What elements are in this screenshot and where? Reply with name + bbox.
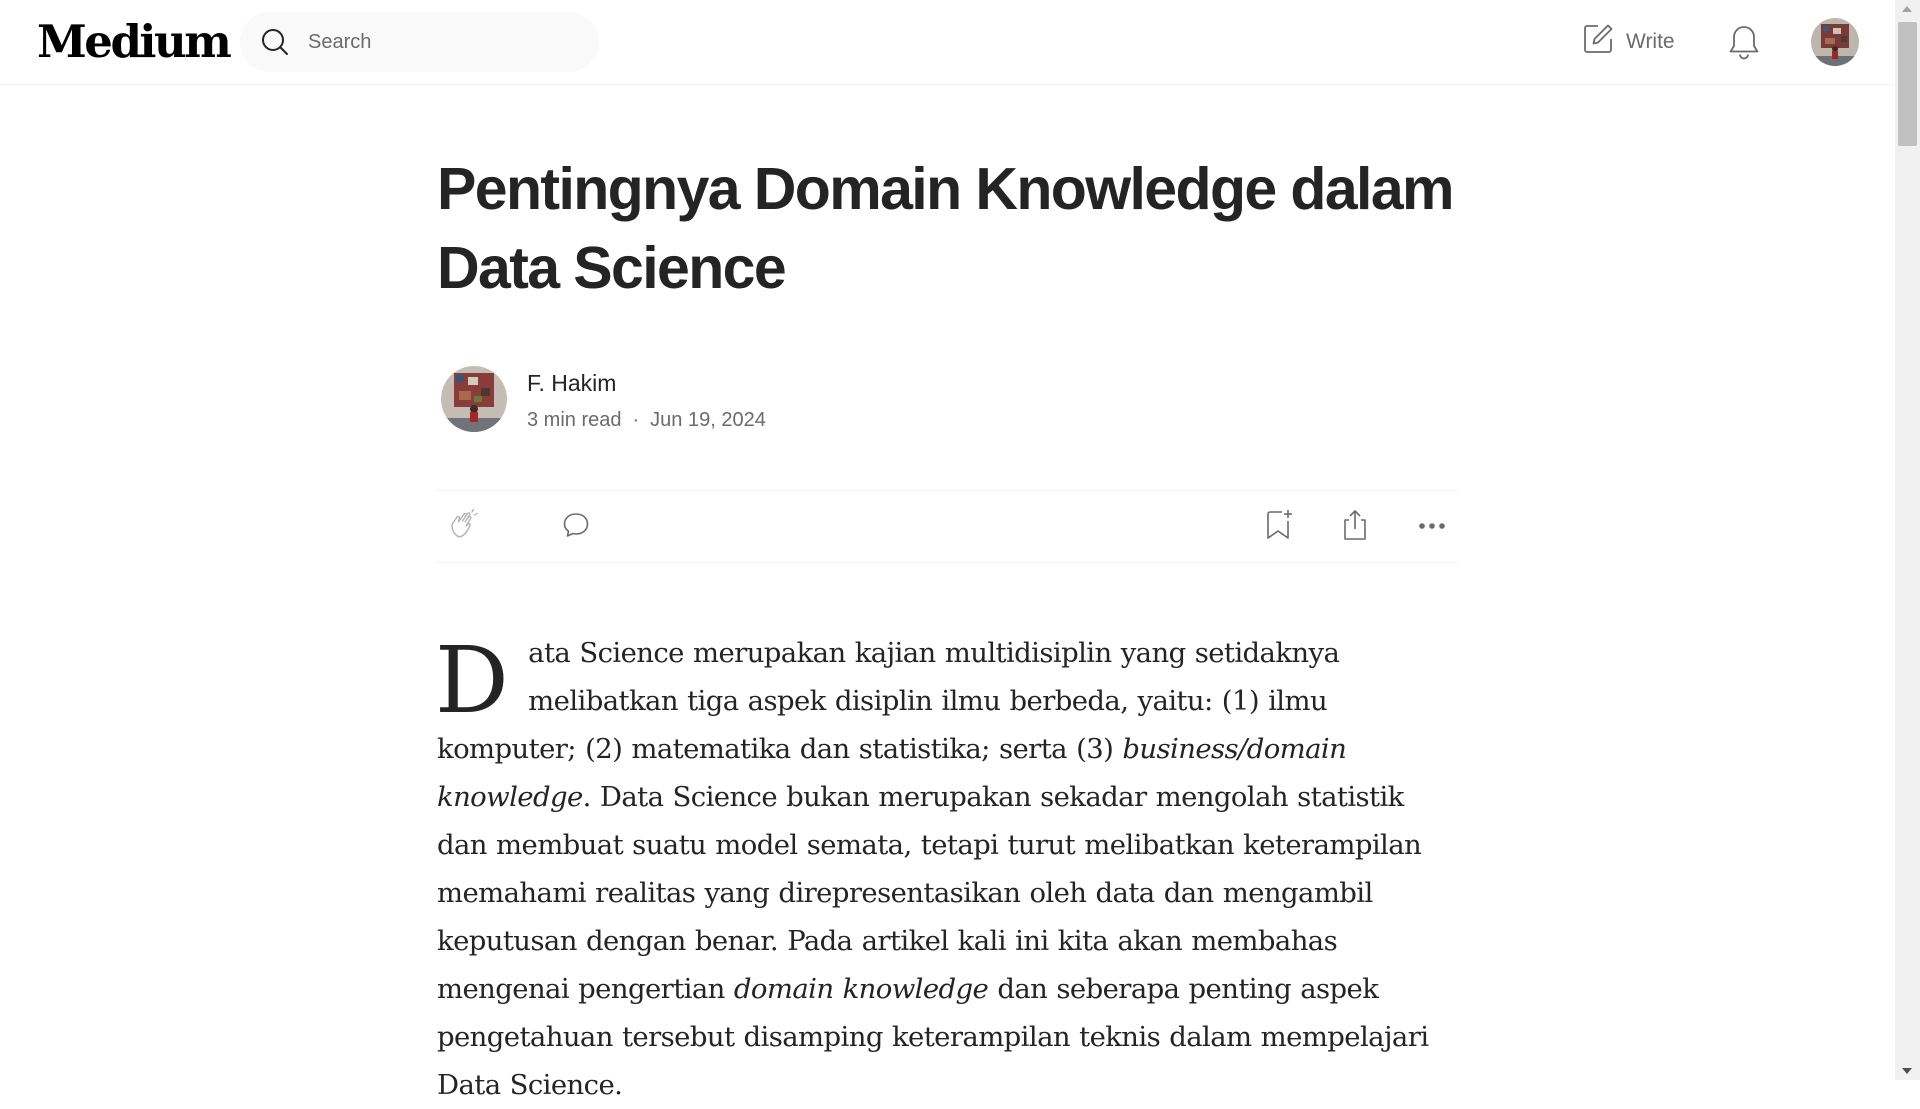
- meta-separator: ·: [632, 409, 640, 431]
- publish-date: Jun 19, 2024: [650, 409, 766, 431]
- write-label: Write: [1626, 30, 1675, 53]
- scroll-thumb[interactable]: [1898, 22, 1917, 146]
- article-body: Data Science merupakan kajian multidisip…: [435, 627, 1458, 1109]
- search-box[interactable]: [240, 12, 599, 72]
- more-options-button[interactable]: [1415, 510, 1449, 544]
- bell-icon: [1726, 26, 1762, 65]
- edit-icon: [1582, 23, 1614, 61]
- paragraph-segment-italic: domain knowledge: [733, 973, 989, 1005]
- search-input[interactable]: [306, 29, 570, 55]
- article-meta: 3 min read · Jun 19, 2024: [527, 409, 766, 432]
- dropcap: D: [435, 627, 509, 734]
- share-icon: [1338, 508, 1372, 547]
- article-action-bar: [437, 490, 1458, 563]
- clap-button[interactable]: [447, 508, 481, 547]
- article-title: Pentingnya Domain Knowledge dalam Data S…: [437, 156, 1455, 301]
- author-name[interactable]: F. Hakim: [527, 370, 616, 397]
- write-button[interactable]: Write: [1582, 24, 1675, 60]
- comment-icon: [561, 510, 591, 545]
- article: Pentingnya Domain Knowledge dalam Data S…: [435, 150, 1458, 1101]
- intro-paragraph: Data Science merupakan kajian multidisip…: [435, 627, 1458, 1109]
- read-time: 3 min read: [527, 409, 622, 431]
- vertical-scrollbar[interactable]: [1895, 0, 1920, 1080]
- paragraph-segment: . Data Science bukan merupakan sekadar m…: [437, 781, 1422, 1005]
- share-button[interactable]: [1338, 508, 1372, 547]
- bookmark-add-icon: [1261, 508, 1295, 547]
- bookmark-button[interactable]: [1261, 508, 1295, 547]
- scroll-up-arrow[interactable]: [1902, 6, 1912, 12]
- more-icon: [1417, 518, 1447, 536]
- medium-logo[interactable]: Medium: [37, 14, 232, 70]
- scroll-down-arrow[interactable]: [1902, 1068, 1912, 1074]
- notifications-button[interactable]: [1726, 23, 1762, 61]
- user-avatar[interactable]: [1811, 18, 1859, 66]
- top-navigation-bar: Medium Write: [0, 0, 1895, 85]
- author-avatar[interactable]: [441, 366, 507, 432]
- clap-icon: [447, 508, 481, 547]
- author-info: F. Hakim 3 min read · Jun 19, 2024: [437, 366, 1458, 436]
- search-icon: [260, 27, 290, 57]
- comment-button[interactable]: [559, 510, 593, 544]
